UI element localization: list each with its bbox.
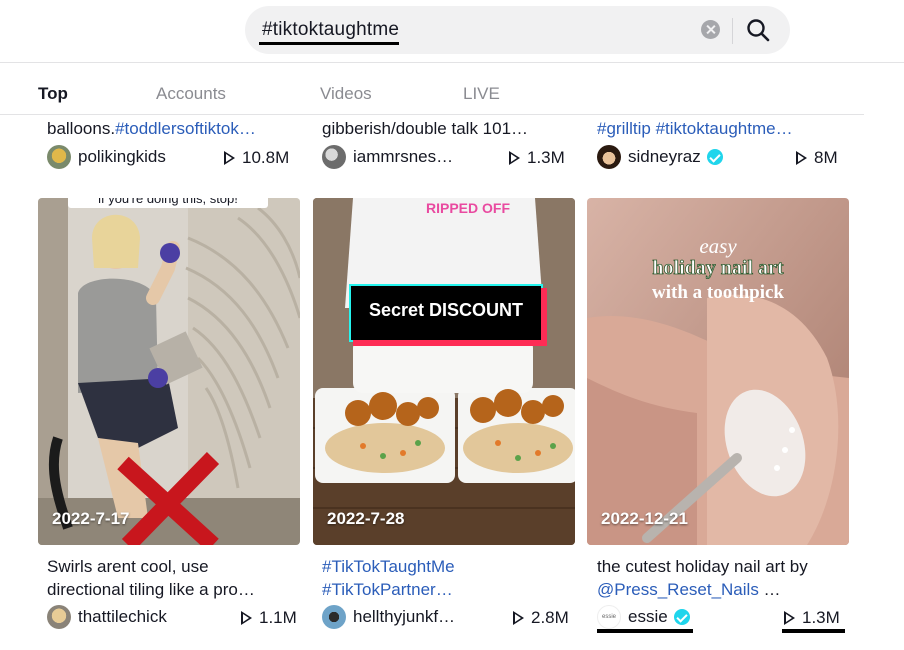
avatar xyxy=(322,145,346,169)
view-count: 10.8M xyxy=(224,148,289,168)
view-count-text: 1.1M xyxy=(259,608,297,627)
tabs-divider xyxy=(0,114,864,115)
avatar xyxy=(597,145,621,169)
search-bar[interactable]: #tiktoktaughtme xyxy=(245,6,790,54)
play-icon xyxy=(784,611,795,625)
tab-top[interactable]: Top xyxy=(38,84,68,104)
caption-text: … xyxy=(758,580,781,599)
video-caption-line[interactable]: directional tiling like a pro… xyxy=(47,580,295,600)
video-caption[interactable]: balloons.#toddlersoftiktok… xyxy=(47,119,292,139)
verified-badge-icon xyxy=(706,149,723,165)
video-thumbnail[interactable]: easy holiday nail art with a toothpick 2… xyxy=(587,198,849,545)
video-date: 2022-7-17 xyxy=(52,509,130,528)
author-link[interactable]: iammrsnes… xyxy=(322,144,453,170)
view-count: 1.1M xyxy=(241,608,297,628)
caption-text: balloons. xyxy=(47,119,116,138)
video-caption[interactable]: @Press_Reset_Nails … xyxy=(597,580,857,600)
caption-text: gibberish/double talk 101… xyxy=(322,119,529,138)
author-name: sidneyraz xyxy=(628,147,701,166)
overlay-text: Secret DISCOUNT xyxy=(369,300,523,320)
view-count: 1.3M xyxy=(509,148,565,168)
search-divider xyxy=(732,18,733,44)
author-name: essie xyxy=(628,607,668,626)
video-date: 2022-7-28 xyxy=(327,509,405,528)
author-link[interactable]: sidneyraz xyxy=(597,144,723,170)
play-icon xyxy=(796,151,807,165)
verified-badge-icon xyxy=(673,609,690,625)
video-thumbnail-image: if you're doing this, stop! xyxy=(38,198,300,545)
avatar xyxy=(322,605,346,629)
avatar: essie xyxy=(597,605,621,629)
search-query-underline xyxy=(259,42,399,45)
views-underline xyxy=(782,629,845,633)
hashtag-link[interactable]: #grilltip #tiktoktaughtme… xyxy=(597,119,793,138)
author-name: hellthyjunkf… xyxy=(353,607,456,626)
author-name: polikingkids xyxy=(78,147,166,166)
author-link[interactable]: polikingkids xyxy=(47,144,166,170)
author-link[interactable]: thattilechick xyxy=(47,604,167,630)
hashtag-link[interactable]: #TikTokTaughtMe xyxy=(322,557,570,577)
video-date: 2022-12-21 xyxy=(601,509,688,528)
play-icon xyxy=(241,611,252,625)
author-link[interactable]: hellthyjunkf… xyxy=(322,604,455,630)
video-caption[interactable]: #grilltip #tiktoktaughtme… xyxy=(597,119,837,139)
author-name: thattilechick xyxy=(78,607,167,626)
avatar xyxy=(47,605,71,629)
tab-live[interactable]: LIVE xyxy=(463,84,500,104)
avatar xyxy=(47,145,71,169)
video-thumbnail-image: easy holiday nail art with a toothpick xyxy=(587,198,849,545)
view-count-text: 2.8M xyxy=(531,608,569,627)
author-underline xyxy=(597,629,693,633)
view-count-text: 1.3M xyxy=(802,608,840,627)
video-caption-line[interactable]: Swirls arent cool, use xyxy=(47,557,295,577)
overlay-text: easy xyxy=(699,234,737,258)
view-count-text: 1.3M xyxy=(527,148,565,167)
overlay-text: if you're doing this, stop! xyxy=(98,198,238,206)
hashtag-link[interactable]: #TikTokPartner… xyxy=(322,580,570,600)
view-count: 2.8M xyxy=(513,608,569,628)
video-thumbnail[interactable]: RIPPED OFF Secret DISCOUNT 2022-7-28 xyxy=(313,198,575,545)
video-caption-line[interactable]: the cutest holiday nail art by xyxy=(597,557,857,577)
author-link[interactable]: essie essie xyxy=(597,604,690,630)
view-count-text: 10.8M xyxy=(242,148,290,167)
search-input[interactable]: #tiktoktaughtme xyxy=(262,19,399,41)
avatar-logo-text: essie xyxy=(601,614,616,620)
view-count: 1.3M xyxy=(784,608,840,628)
mention-link[interactable]: @Press_Reset_Nails xyxy=(597,580,759,599)
author-name: iammrsnes… xyxy=(353,147,454,166)
video-caption[interactable]: gibberish/double talk 101… xyxy=(322,119,562,139)
view-count-text: 8M xyxy=(814,148,838,167)
clear-icon[interactable] xyxy=(701,20,720,39)
search-icon[interactable] xyxy=(745,17,771,43)
tab-videos[interactable]: Videos xyxy=(320,84,372,104)
video-thumbnail-image: RIPPED OFF Secret DISCOUNT xyxy=(313,198,575,545)
view-count: 8M xyxy=(796,148,838,168)
play-icon xyxy=(509,151,520,165)
video-thumbnail[interactable]: if you're doing this, stop! 2022-7-17 xyxy=(38,198,300,545)
header-divider xyxy=(0,62,904,63)
play-icon xyxy=(513,611,524,625)
play-icon xyxy=(224,151,235,165)
tab-accounts[interactable]: Accounts xyxy=(156,84,226,104)
overlay-text: with a toothpick xyxy=(652,282,784,303)
shirt-text: RIPPED OFF xyxy=(426,200,510,216)
hashtag-link[interactable]: #toddlersoftiktok… xyxy=(115,119,256,138)
overlay-text: holiday nail art xyxy=(652,257,783,279)
